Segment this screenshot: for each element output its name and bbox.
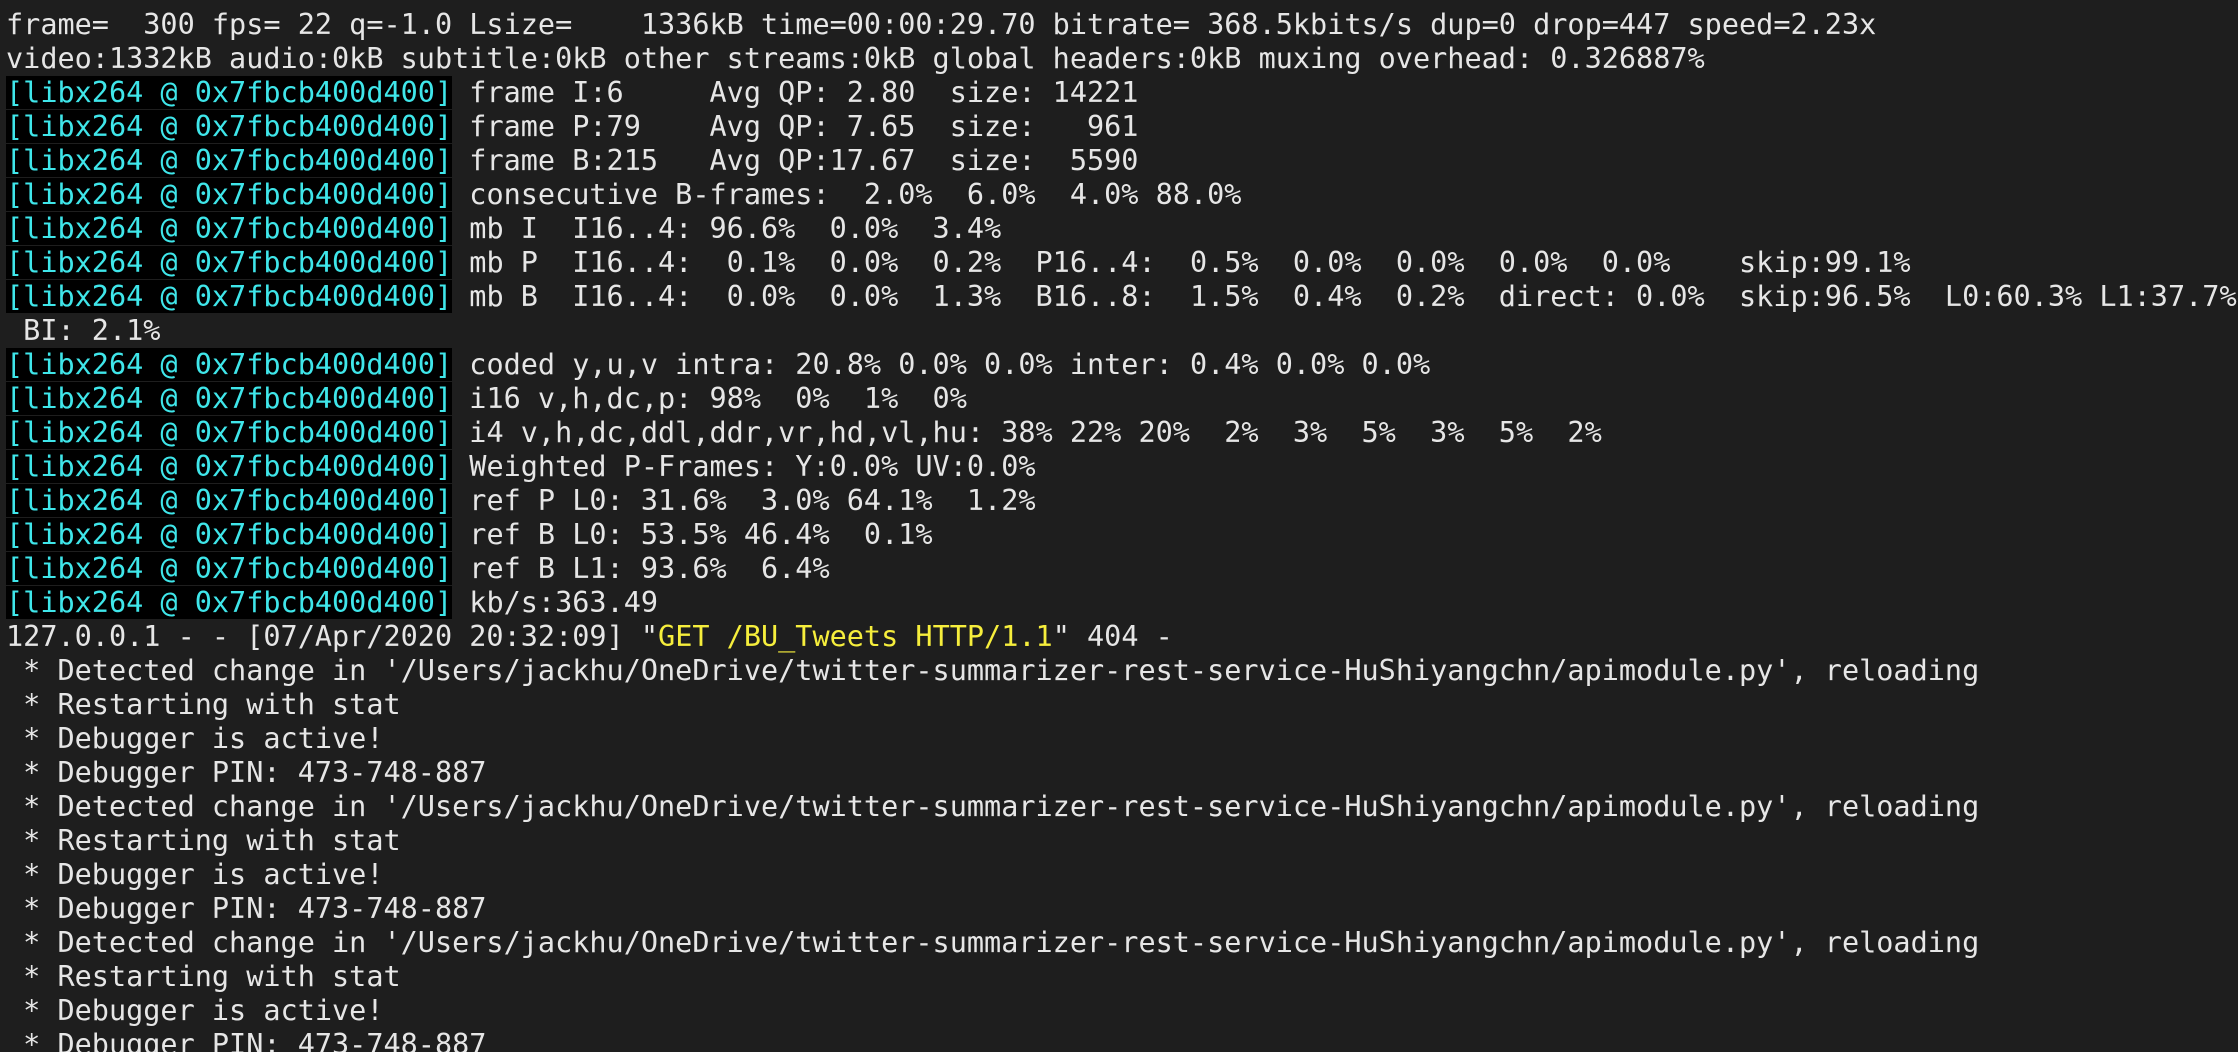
terminal-line: [libx264 @ 0x7fbcb400d400] ref B L1: 93.…	[6, 552, 2238, 586]
terminal-line: [libx264 @ 0x7fbcb400d400] ref P L0: 31.…	[6, 484, 2238, 518]
terminal-line: * Restarting with stat	[6, 824, 2238, 858]
terminal-line-text: frame B:215 Avg QP:17.67 size: 5590	[452, 144, 1139, 177]
terminal-line-text: video:1332kB audio:0kB subtitle:0kB othe…	[6, 42, 1705, 75]
terminal-line: * Detected change in '/Users/jackhu/OneD…	[6, 790, 2238, 824]
terminal-line-text: * Detected change in '/Users/jackhu/OneD…	[6, 654, 1980, 687]
terminal-line-text: * Debugger PIN: 473-748-887	[6, 756, 487, 789]
http-status-text: " 404 -	[1052, 620, 1173, 653]
terminal-line-text: * Debugger is active!	[6, 722, 384, 755]
terminal-line-text: mb I I16..4: 96.6% 0.0% 3.4%	[452, 212, 1002, 245]
libx264-log-tag: [libx264 @ 0x7fbcb400d400]	[6, 586, 453, 619]
libx264-log-tag: [libx264 @ 0x7fbcb400d400]	[6, 416, 453, 449]
terminal-line: [libx264 @ 0x7fbcb400d400] frame B:215 A…	[6, 144, 2238, 178]
terminal-output[interactable]: frame= 300 fps= 22 q=-1.0 Lsize= 1336kB …	[0, 0, 2238, 1052]
terminal-line-text: * Detected change in '/Users/jackhu/OneD…	[6, 926, 1980, 959]
terminal-line-text: * Detected change in '/Users/jackhu/OneD…	[6, 790, 1980, 823]
libx264-log-tag: [libx264 @ 0x7fbcb400d400]	[6, 280, 453, 313]
terminal-line-text: 127.0.0.1 - - [07/Apr/2020 20:32:09] "	[6, 620, 659, 653]
libx264-log-tag: [libx264 @ 0x7fbcb400d400]	[6, 484, 453, 517]
libx264-log-tag: [libx264 @ 0x7fbcb400d400]	[6, 382, 453, 415]
terminal-line: [libx264 @ 0x7fbcb400d400] ref B L0: 53.…	[6, 518, 2238, 552]
terminal-line: [libx264 @ 0x7fbcb400d400] mb B I16..4: …	[6, 280, 2238, 314]
terminal-line-text: * Restarting with stat	[6, 688, 401, 721]
terminal-line-text: coded y,u,v intra: 20.8% 0.0% 0.0% inter…	[452, 348, 1431, 381]
terminal-line-text: mb P I16..4: 0.1% 0.0% 0.2% P16..4: 0.5%…	[452, 246, 1911, 279]
terminal-line: * Debugger is active!	[6, 858, 2238, 892]
terminal-line-text: frame I:6 Avg QP: 2.80 size: 14221	[452, 76, 1139, 109]
terminal-line: [libx264 @ 0x7fbcb400d400] coded y,u,v i…	[6, 348, 2238, 382]
terminal-line: [libx264 @ 0x7fbcb400d400] mb P I16..4: …	[6, 246, 2238, 280]
terminal-line: * Detected change in '/Users/jackhu/OneD…	[6, 654, 2238, 688]
terminal-line: * Debugger PIN: 473-748-887	[6, 892, 2238, 926]
libx264-log-tag: [libx264 @ 0x7fbcb400d400]	[6, 212, 453, 245]
terminal-line-text: frame= 300 fps= 22 q=-1.0 Lsize= 1336kB …	[6, 8, 1877, 41]
libx264-log-tag: [libx264 @ 0x7fbcb400d400]	[6, 246, 453, 279]
terminal-line: video:1332kB audio:0kB subtitle:0kB othe…	[6, 42, 2238, 76]
libx264-log-tag: [libx264 @ 0x7fbcb400d400]	[6, 518, 453, 551]
libx264-log-tag: [libx264 @ 0x7fbcb400d400]	[6, 552, 453, 585]
libx264-log-tag: [libx264 @ 0x7fbcb400d400]	[6, 110, 453, 143]
terminal-line-text: i4 v,h,dc,ddl,ddr,vr,hd,vl,hu: 38% 22% 2…	[452, 416, 1602, 449]
terminal-line: [libx264 @ 0x7fbcb400d400] frame I:6 Avg…	[6, 76, 2238, 110]
terminal-line: [libx264 @ 0x7fbcb400d400] i4 v,h,dc,ddl…	[6, 416, 2238, 450]
terminal-line: * Detected change in '/Users/jackhu/OneD…	[6, 926, 2238, 960]
libx264-log-tag: [libx264 @ 0x7fbcb400d400]	[6, 178, 453, 211]
terminal-line: * Debugger is active!	[6, 722, 2238, 756]
terminal-line: * Restarting with stat	[6, 688, 2238, 722]
terminal-line-text: frame P:79 Avg QP: 7.65 size: 961	[452, 110, 1139, 143]
terminal-line: BI: 2.1%	[6, 314, 2238, 348]
terminal-line: frame= 300 fps= 22 q=-1.0 Lsize= 1336kB …	[6, 8, 2238, 42]
libx264-log-tag: [libx264 @ 0x7fbcb400d400]	[6, 450, 453, 483]
http-request-line: GET /BU_Tweets HTTP/1.1	[658, 620, 1053, 653]
libx264-log-tag: [libx264 @ 0x7fbcb400d400]	[6, 348, 453, 381]
terminal-line-text: * Restarting with stat	[6, 960, 401, 993]
libx264-log-tag: [libx264 @ 0x7fbcb400d400]	[6, 144, 453, 177]
terminal-line-text: ref P L0: 31.6% 3.0% 64.1% 1.2%	[452, 484, 1036, 517]
terminal-line-text: * Debugger PIN: 473-748-887	[6, 1028, 487, 1052]
terminal-line: [libx264 @ 0x7fbcb400d400] i16 v,h,dc,p:…	[6, 382, 2238, 416]
terminal-line: [libx264 @ 0x7fbcb400d400] mb I I16..4: …	[6, 212, 2238, 246]
terminal-line: * Restarting with stat	[6, 960, 2238, 994]
terminal-line-text: Weighted P-Frames: Y:0.0% UV:0.0%	[452, 450, 1036, 483]
terminal-line-text: ref B L0: 53.5% 46.4% 0.1%	[452, 518, 933, 551]
terminal-line: [libx264 @ 0x7fbcb400d400] kb/s:363.49	[6, 586, 2238, 620]
terminal-line: * Debugger is active!	[6, 994, 2238, 1028]
terminal-line: [libx264 @ 0x7fbcb400d400] frame P:79 Av…	[6, 110, 2238, 144]
terminal-line: * Debugger PIN: 473-748-887	[6, 1028, 2238, 1052]
terminal-line-text: ref B L1: 93.6% 6.4%	[452, 552, 830, 585]
terminal-line-text: i16 v,h,dc,p: 98% 0% 1% 0%	[452, 382, 967, 415]
terminal-line-text: kb/s:363.49	[452, 586, 659, 619]
terminal-line: [libx264 @ 0x7fbcb400d400] Weighted P-Fr…	[6, 450, 2238, 484]
terminal-line-text: * Restarting with stat	[6, 824, 401, 857]
terminal-line-text: * Debugger PIN: 473-748-887	[6, 892, 487, 925]
terminal-line: [libx264 @ 0x7fbcb400d400] consecutive B…	[6, 178, 2238, 212]
terminal-line-text: consecutive B-frames: 2.0% 6.0% 4.0% 88.…	[452, 178, 1242, 211]
terminal-line: 127.0.0.1 - - [07/Apr/2020 20:32:09] "GE…	[6, 620, 2238, 654]
terminal-line-text: * Debugger is active!	[6, 994, 384, 1027]
terminal-line-text: * Debugger is active!	[6, 858, 384, 891]
libx264-log-tag: [libx264 @ 0x7fbcb400d400]	[6, 76, 453, 109]
terminal-line: * Debugger PIN: 473-748-887	[6, 756, 2238, 790]
terminal-line-text: mb B I16..4: 0.0% 0.0% 1.3% B16..8: 1.5%…	[452, 280, 2237, 313]
terminal-line-text: BI: 2.1%	[6, 314, 161, 347]
